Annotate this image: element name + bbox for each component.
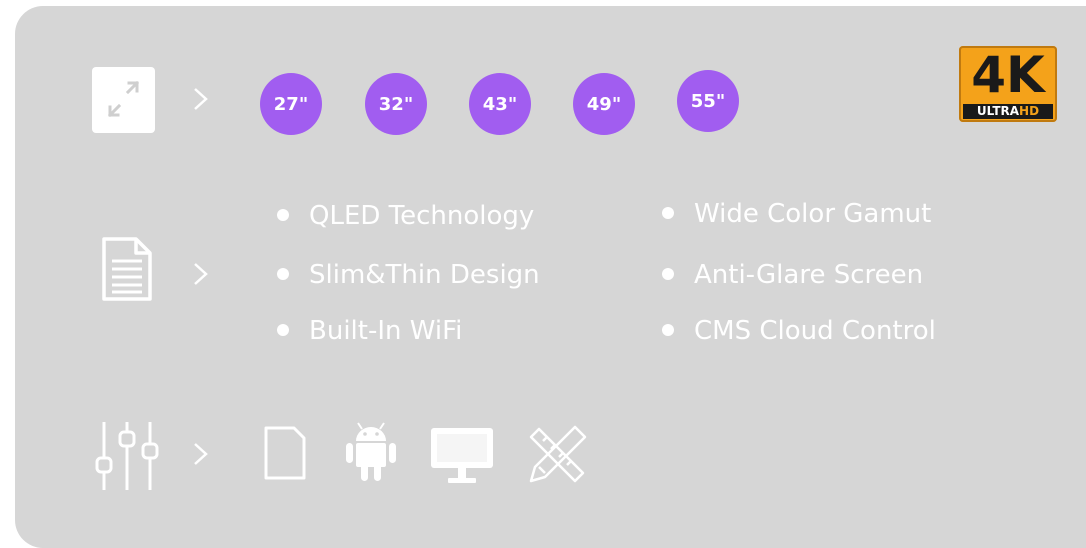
monitor-icon xyxy=(431,428,493,483)
android-icon xyxy=(346,422,396,481)
feature-label: Slim&Thin Design xyxy=(309,260,540,290)
feature-label: Built-In WiFi xyxy=(309,316,463,346)
size-badge-32[interactable]: 32" xyxy=(365,73,427,135)
4k-logo-text: 4K xyxy=(971,46,1045,104)
design-tools-icon xyxy=(529,425,587,483)
sliders-icon xyxy=(95,422,159,490)
hd-text: HD xyxy=(1019,104,1040,118)
ultrahd-logo-strip: ULTRAHD xyxy=(963,104,1053,119)
ultra-text: ULTRA xyxy=(976,104,1020,118)
feature-item: QLED Technology xyxy=(277,200,534,232)
feature-item: Anti-Glare Screen xyxy=(662,259,923,291)
chevron-right-icon xyxy=(194,263,208,285)
sd-card-icon xyxy=(264,426,306,480)
size-badge-55[interactable]: 55" xyxy=(677,70,739,132)
feature-item: CMS Cloud Control xyxy=(662,315,936,347)
size-badge-43[interactable]: 43" xyxy=(469,73,531,135)
bullet-dot xyxy=(662,206,674,219)
document-icon xyxy=(102,237,152,301)
feature-label: Wide Color Gamut xyxy=(694,199,932,229)
feature-item: Slim&Thin Design xyxy=(277,259,540,291)
feature-item: Wide Color Gamut xyxy=(662,198,931,230)
bullet-dot xyxy=(277,323,289,336)
feature-label: QLED Technology xyxy=(309,201,535,231)
bullet-dot xyxy=(277,267,289,280)
4k-ultrahd-logo: 4K ULTRAHD xyxy=(959,46,1057,122)
bullet-dot xyxy=(662,267,674,280)
feature-label: CMS Cloud Control xyxy=(694,316,936,346)
size-badge-27[interactable]: 27" xyxy=(260,73,322,135)
bullet-dot xyxy=(277,208,289,221)
feature-label: Anti-Glare Screen xyxy=(694,260,924,290)
chevron-right-icon xyxy=(194,88,208,110)
feature-item: Built-In WiFi xyxy=(277,315,462,347)
chevron-right-icon xyxy=(194,443,208,465)
size-badge-49[interactable]: 49" xyxy=(573,73,635,135)
expand-arrows-icon xyxy=(92,67,155,133)
bullet-dot xyxy=(662,323,674,336)
